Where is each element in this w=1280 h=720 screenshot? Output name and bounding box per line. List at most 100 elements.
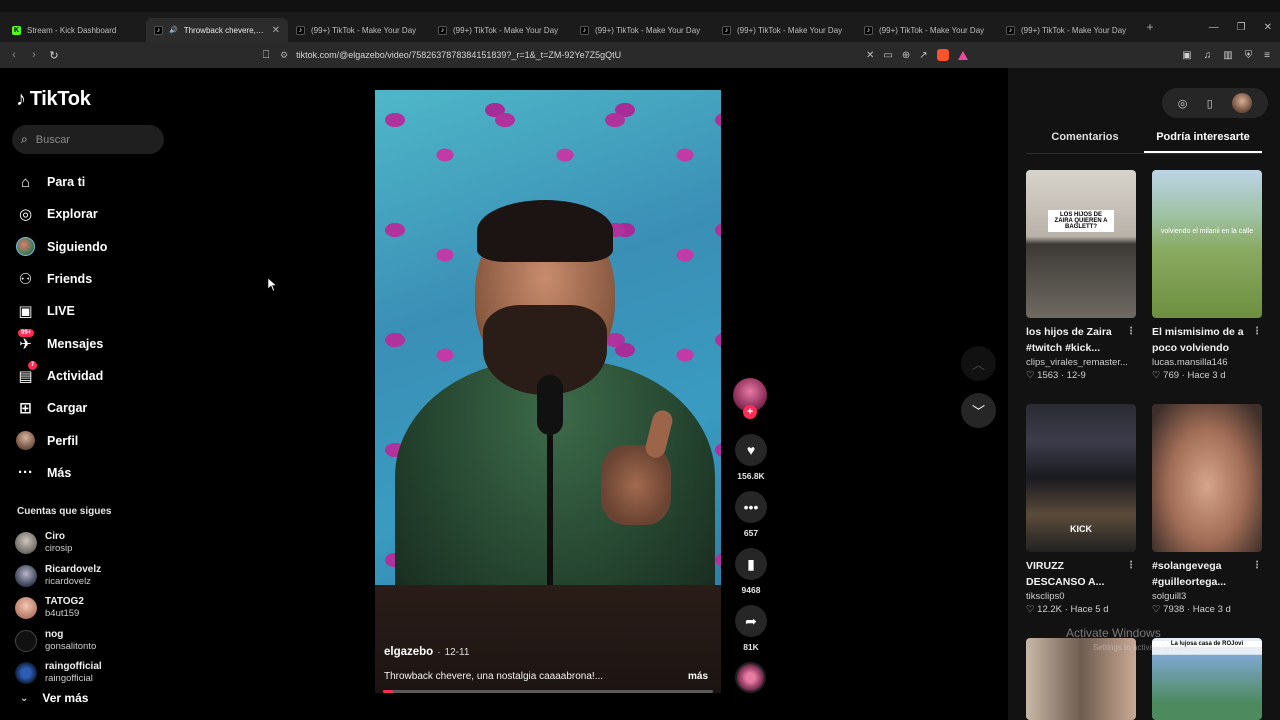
heart-outline-icon: ♡ <box>1026 370 1035 381</box>
site-settings-icon[interactable]: ⚙ <box>280 50 288 61</box>
back-icon[interactable]: ‹ <box>4 49 24 61</box>
menu-icon[interactable]: ≡ <box>1264 50 1270 61</box>
nav-item-mensajes[interactable]: ✈ 99+ Mensajes <box>16 327 171 359</box>
bookmark-save-icon[interactable]: ▮ <box>735 548 767 580</box>
card-author[interactable]: solguill3 <box>1152 591 1262 602</box>
video-author[interactable]: elgazebo <box>384 646 433 658</box>
save-action[interactable]: ▮ 9468 <box>733 548 769 595</box>
nav-item-live[interactable]: ▣ LIVE <box>16 295 171 327</box>
nav-item-siguiendo[interactable]: Siguiendo <box>16 231 171 263</box>
card-author[interactable]: clips_virales_remaster... <box>1026 357 1136 368</box>
like-action[interactable]: ♥ 156.8K <box>733 434 769 481</box>
video-date: 12-11 <box>444 647 470 658</box>
comment-icon[interactable]: ••• <box>735 491 767 523</box>
nav-label: Mensajes <box>47 336 104 351</box>
screenshot-icon[interactable]: ▣ <box>1182 50 1191 61</box>
profile-avatar[interactable] <box>1232 93 1253 113</box>
video-thumbnail[interactable]: volviendo el milanii en la calle <box>1152 170 1262 318</box>
bookmark-icon[interactable]: ⎕ <box>260 49 272 62</box>
search-icon[interactable]: ⌕ <box>21 132 28 147</box>
more-options-icon[interactable]: ⋮ <box>1252 324 1262 340</box>
following-handle: cirosip <box>45 543 73 555</box>
previous-video-button[interactable]: ︿ <box>961 346 996 381</box>
video-thumbnail[interactable]: KICK <box>1026 404 1136 552</box>
browser-tab[interactable]: ♪ (99+) TikTok - Make Your Day <box>572 18 714 42</box>
following-handle: gonsalitonto <box>45 640 97 652</box>
following-item[interactable]: nog gonsalitonto <box>15 625 165 658</box>
suggested-video-card[interactable]: LOS HIJOS DE ZAIRA QUIEREN A BAGLETT? lo… <box>1026 170 1136 381</box>
browser-tab[interactable]: ♪ (99+) TikTok - Make Your Day <box>856 18 998 42</box>
search-input[interactable] <box>35 133 146 146</box>
video-thumbnail[interactable]: LOS HIJOS DE ZAIRA QUIEREN A BAGLETT? <box>1026 170 1136 318</box>
browser-tab[interactable]: ♪ (99+) TikTok - Make Your Day <box>288 18 430 42</box>
next-video-button[interactable]: ﹀ <box>961 393 996 428</box>
device-icon[interactable]: ▯ <box>1207 97 1213 110</box>
nav-item-perfil[interactable]: Perfil <box>16 424 171 456</box>
share-action[interactable]: ➦ 81K <box>733 605 769 652</box>
media-icon[interactable]: ♫ <box>1204 50 1212 61</box>
zoom-icon[interactable]: ⊕ <box>902 50 910 61</box>
video-thumbnail[interactable] <box>1152 404 1262 552</box>
music-disc-icon[interactable] <box>735 662 766 693</box>
video-player[interactable]: elgazebo · 12-11 Throwback chevere, una … <box>375 90 721 693</box>
nav-item-cargar[interactable]: ⊞ Cargar <box>16 392 171 424</box>
nav-item-para-ti[interactable]: ⌂ Para ti <box>16 166 171 198</box>
tiktok-logo[interactable]: ♪ TikTok <box>16 88 91 111</box>
more-options-icon[interactable]: ⋮ <box>1126 324 1136 340</box>
notifications-blocked-icon[interactable]: ✕ <box>866 50 874 61</box>
card-desc-text: El mismisimo de a poco volviendo <box>1152 326 1244 354</box>
tab-title: Stream - Kick Dashboard <box>27 25 117 35</box>
video-progress-bar[interactable] <box>383 690 713 693</box>
suggested-video-card[interactable]: KICK VIRUZZ DESCANSO A... ⋮ tiksclips0 ♡ … <box>1026 404 1136 615</box>
nav-item-friends[interactable]: ⚇ Friends <box>16 263 171 295</box>
tiktok-favicon-icon: ♪ <box>438 25 447 35</box>
comment-action[interactable]: ••• 657 <box>733 491 769 538</box>
vpn-icon[interactable]: ⛨ <box>1245 50 1253 61</box>
following-item[interactable]: raingofficial raingofficial <box>15 657 165 690</box>
more-options-icon[interactable]: ⋮ <box>1126 558 1136 574</box>
video-progress-fill <box>383 690 393 693</box>
following-item[interactable]: TATOG2 b4ut159 <box>15 592 165 625</box>
avatar <box>15 597 37 620</box>
new-tab-button[interactable]: + <box>1140 20 1160 34</box>
caption-more-button[interactable]: más <box>688 671 708 682</box>
tab-podria-interesarte[interactable]: Podría interesarte <box>1144 126 1262 153</box>
tab-comentarios[interactable]: Comentarios <box>1026 126 1144 153</box>
suggested-video-card[interactable]: volviendo el milanii en la calle El mism… <box>1152 170 1262 381</box>
tab-title: Throwback chevere, un <box>183 25 266 35</box>
minimize-icon[interactable]: — <box>1209 22 1219 33</box>
suggested-video-card[interactable]: #solangevega #guilleortega... ⋮ solguill3… <box>1152 404 1262 615</box>
cast-icon[interactable]: ▭ <box>883 50 892 61</box>
follow-plus-icon[interactable]: + <box>743 405 757 419</box>
forward-icon[interactable]: › <box>24 49 44 61</box>
following-item[interactable]: Ricardovelz ricardovelz <box>15 560 165 593</box>
close-window-icon[interactable]: ✕ <box>1264 22 1272 33</box>
logo-text: TikTok <box>29 88 91 110</box>
share-arrow-icon[interactable]: ➦ <box>735 605 767 637</box>
brave-shields-icon[interactable] <box>936 49 949 61</box>
see-more-button[interactable]: ⌄ Ver más <box>20 691 88 705</box>
browser-tab[interactable]: ♪ (99+) TikTok - Make Your Day <box>430 18 572 42</box>
close-tab-icon[interactable]: ✕ <box>272 25 280 36</box>
share-icon[interactable]: ↗ <box>919 50 927 61</box>
nav-item-explorar[interactable]: ◎ Explorar <box>16 198 171 230</box>
reload-icon[interactable]: ↻ <box>44 49 64 62</box>
following-item[interactable]: Ciro cirosip <box>15 527 165 560</box>
nav-label: Actividad <box>47 368 104 383</box>
browser-tab[interactable]: ♪ (99+) TikTok - Make Your Day <box>998 18 1140 42</box>
brave-rewards-icon[interactable] <box>957 50 968 60</box>
following-name: Ciro <box>45 531 65 543</box>
nav-item-mas[interactable]: ··· Más <box>16 457 171 489</box>
audio-playing-icon[interactable]: 🔊 <box>169 26 178 34</box>
card-author[interactable]: tiksclips0 <box>1026 591 1136 602</box>
restore-icon[interactable]: ❐ <box>1237 22 1246 33</box>
compass-icon[interactable]: ◎ <box>1178 97 1188 110</box>
card-author[interactable]: lucas.mansilla146 <box>1152 357 1262 368</box>
nav-item-actividad[interactable]: ▤ 7 Actividad <box>16 360 171 392</box>
browser-tab[interactable]: ♪ (99+) TikTok - Make Your Day <box>714 18 856 42</box>
browser-tab[interactable]: ♪ 🔊 Throwback chevere, un ✕ <box>146 18 288 42</box>
sidebar-toggle-icon[interactable]: ▥ <box>1223 50 1232 61</box>
heart-icon[interactable]: ♥ <box>735 434 767 466</box>
more-options-icon[interactable]: ⋮ <box>1252 558 1262 574</box>
browser-tab[interactable]: K Stream - Kick Dashboard <box>4 18 146 42</box>
